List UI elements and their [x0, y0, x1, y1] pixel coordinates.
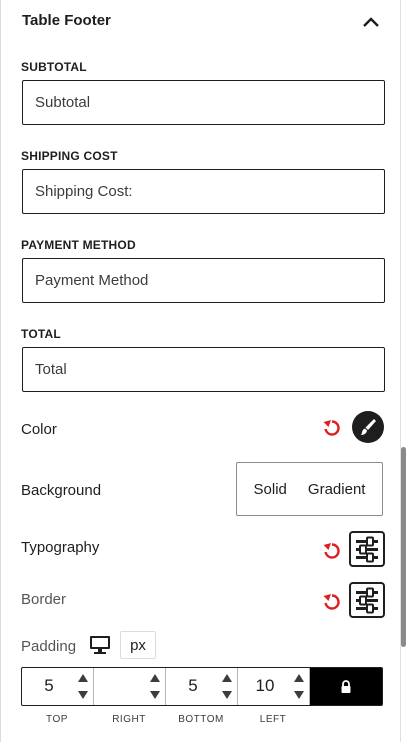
- padding-bottom-cell: [166, 668, 238, 705]
- padding-top-cell: [22, 668, 94, 705]
- color-label: Color: [21, 421, 57, 438]
- decrement-icon[interactable]: [221, 688, 233, 702]
- typography-settings-button[interactable]: [349, 531, 385, 567]
- panel-border-left: [0, 0, 1, 742]
- increment-icon[interactable]: [221, 671, 233, 685]
- lock-icon: [341, 679, 351, 693]
- padding-right-cell: [94, 668, 166, 705]
- decrement-icon[interactable]: [149, 688, 161, 702]
- sliders-icon: [356, 587, 378, 614]
- reset-icon: [323, 594, 340, 610]
- responsive-device-button[interactable]: [86, 632, 114, 658]
- collapse-button[interactable]: [359, 12, 383, 32]
- background-gradient-option[interactable]: Gradient: [308, 481, 366, 498]
- background-label: Background: [21, 482, 102, 499]
- typography-label: Typography: [21, 539, 100, 556]
- padding-top-caption: TOP: [46, 714, 68, 725]
- total-label: TOTAL: [21, 327, 61, 341]
- chevron-up-icon: [363, 17, 379, 27]
- decrement-icon[interactable]: [77, 688, 89, 702]
- padding-link-button[interactable]: [310, 668, 382, 705]
- panel-title: Table Footer: [22, 12, 111, 29]
- payment-method-input[interactable]: [22, 258, 385, 303]
- color-reset-button[interactable]: [322, 418, 342, 438]
- reset-icon: [323, 543, 340, 559]
- padding-top-input[interactable]: [22, 668, 76, 703]
- padding-bottom-caption: BOTTOM: [178, 714, 224, 725]
- padding-right-input[interactable]: [94, 668, 148, 703]
- padding-label: Padding: [21, 638, 77, 655]
- background-type-toggle: Solid Gradient: [236, 462, 383, 516]
- scrollbar-thumb[interactable]: [401, 447, 406, 647]
- padding-left-caption: LEFT: [259, 714, 287, 725]
- padding-left-cell: [238, 668, 310, 705]
- desktop-icon: [90, 636, 110, 654]
- shipping-cost-label: SHIPPING COST: [21, 149, 118, 163]
- padding-left-input[interactable]: [238, 668, 292, 703]
- background-solid-option[interactable]: Solid: [254, 481, 287, 498]
- brush-icon: [361, 419, 376, 435]
- decrement-icon[interactable]: [293, 688, 305, 702]
- padding-right-caption: RIGHT: [112, 714, 146, 725]
- increment-icon[interactable]: [77, 671, 89, 685]
- padding-inputs: [21, 667, 383, 706]
- total-input[interactable]: [22, 347, 385, 392]
- increment-icon[interactable]: [293, 671, 305, 685]
- typography-reset-button[interactable]: [322, 541, 342, 561]
- reset-icon: [323, 420, 340, 436]
- subtotal-input[interactable]: [22, 80, 385, 125]
- sliders-icon: [356, 536, 378, 563]
- border-reset-button[interactable]: [322, 592, 342, 612]
- payment-method-label: PAYMENT METHOD: [21, 238, 136, 252]
- padding-bottom-input[interactable]: [166, 668, 220, 703]
- border-label: Border: [21, 591, 67, 608]
- padding-unit-button[interactable]: px: [120, 631, 156, 659]
- shipping-cost-input[interactable]: [22, 169, 385, 214]
- color-picker-button[interactable]: [352, 411, 384, 443]
- subtotal-label: SUBTOTAL: [21, 60, 87, 74]
- increment-icon[interactable]: [149, 671, 161, 685]
- border-settings-button[interactable]: [349, 582, 385, 618]
